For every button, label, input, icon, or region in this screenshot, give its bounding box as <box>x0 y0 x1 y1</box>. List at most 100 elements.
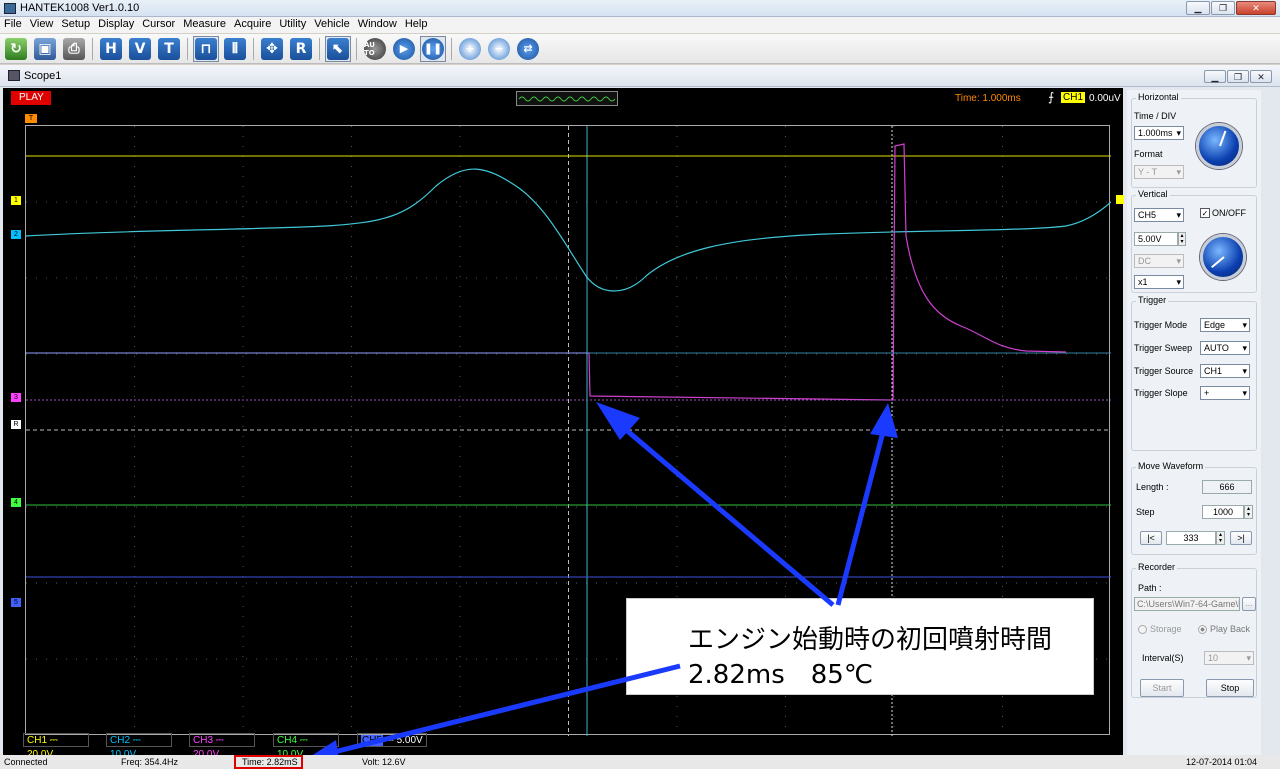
menu-help[interactable]: Help <box>401 17 432 31</box>
save-icon[interactable]: ▣ <box>32 36 58 62</box>
ch1-scale-label: CH1 <box>27 735 48 746</box>
scope-maximize-button[interactable]: ❐ <box>1227 70 1249 83</box>
browse-button[interactable]: ... <box>1242 597 1256 611</box>
format-select[interactable]: Y - T <box>1134 165 1184 179</box>
trigger-level-marker[interactable] <box>1116 195 1124 204</box>
window-controls: ▁ ❐ ✕ <box>1186 1 1276 15</box>
ch4-scale[interactable]: CH4 ⎓ 10.0V <box>273 733 339 760</box>
volts-spinner[interactable]: ▴ ▾ <box>1178 232 1186 246</box>
print-icon[interactable]: ⎙ <box>61 36 87 62</box>
trigger-slope-select[interactable]: + <box>1200 386 1250 400</box>
channel-select[interactable]: CH5 <box>1134 208 1184 222</box>
fit-icon[interactable]: ✥ <box>259 36 285 62</box>
status-bar: Connected Freq: 354.4Hz Time: 2.82mS Vol… <box>0 755 1280 769</box>
pulse-icon[interactable]: ⊓ <box>193 35 219 62</box>
time-div-select[interactable]: 1.000ms <box>1134 126 1184 140</box>
volts-knob[interactable] <box>1200 234 1246 280</box>
v-icon[interactable]: V <box>127 36 153 62</box>
storage-radio[interactable]: Storage <box>1138 624 1182 634</box>
storage-label: Storage <box>1150 624 1182 634</box>
close-button[interactable]: ✕ <box>1236 1 1276 15</box>
ch3-marker[interactable]: 3 <box>11 393 21 402</box>
cursor-icon[interactable]: ⬉ <box>325 35 351 62</box>
minimize-button[interactable]: ▁ <box>1186 1 1210 15</box>
trigger-position-marker[interactable]: T <box>25 114 37 123</box>
vertical-group: Vertical CH5 ✓ON/OFF 5.00V ▴▾ DC x1 <box>1131 189 1257 293</box>
ch2-marker[interactable]: 2 <box>11 230 21 239</box>
menu-setup[interactable]: Setup <box>57 17 94 31</box>
stop-button[interactable]: Stop <box>1206 679 1254 697</box>
interval-label: Interval(S) <box>1142 653 1184 663</box>
radio-playback-icon <box>1198 624 1207 634</box>
horizontal-group: Horizontal Time / DIV 1.000ms Format Y -… <box>1131 92 1257 188</box>
trigger-value: 0.00uV <box>1089 93 1121 104</box>
move-first-button[interactable]: |< <box>1140 531 1162 545</box>
move-last-button[interactable]: >| <box>1230 531 1252 545</box>
menu-cursor[interactable]: Cursor <box>138 17 179 31</box>
scope-minimize-button[interactable]: ▁ <box>1204 70 1226 83</box>
ch5-scale[interactable]: CH5 ⎓ 5.00V <box>357 733 427 747</box>
r-icon[interactable]: R <box>288 36 314 62</box>
menu-view[interactable]: View <box>26 17 58 31</box>
menu-file[interactable]: File <box>0 17 26 31</box>
ch5-scale-label: CH5 <box>361 735 384 746</box>
pulse-alt-icon[interactable]: ⫴ <box>222 36 248 62</box>
playback-radio[interactable]: Play Back <box>1198 624 1250 634</box>
path-input[interactable]: C:\Users\Win7-64-Game\Do <box>1134 597 1240 611</box>
play-status-button[interactable]: PLAY <box>11 91 51 105</box>
ch2-scale[interactable]: CH2 ⎓ 10.0V <box>106 733 172 760</box>
position-input[interactable]: 333 <box>1166 531 1216 545</box>
toolbar-separator <box>253 37 254 60</box>
scope-title-bar: Scope1 ▁ ❐ ✕ <box>0 65 1280 87</box>
menu-display[interactable]: Display <box>94 17 138 31</box>
ch3-scale[interactable]: CH3 ⎓ 20.0V <box>189 733 255 760</box>
menu-window[interactable]: Window <box>354 17 401 31</box>
auto-set-icon[interactable]: AU TO <box>362 36 388 62</box>
ch3-scale-label: CH3 <box>193 735 214 746</box>
menu-acquire[interactable]: Acquire <box>230 17 275 31</box>
interval-select[interactable]: 10 <box>1204 651 1254 665</box>
coupling-select[interactable]: DC <box>1134 254 1184 268</box>
length-value: 666 <box>1202 480 1252 494</box>
ch1-marker[interactable]: 1 <box>11 196 21 205</box>
zoom-out-icon[interactable]: − <box>486 36 512 62</box>
menu-measure[interactable]: Measure <box>179 17 230 31</box>
checkbox-check-icon: ✓ <box>1200 208 1210 218</box>
h-icon[interactable]: H <box>98 36 124 62</box>
ch5-marker[interactable]: 5 <box>11 598 21 607</box>
pause-icon[interactable]: ❚❚ <box>420 35 446 62</box>
step-spinner[interactable]: ▴ ▾ <box>1244 505 1253 519</box>
volts-input[interactable]: 5.00V <box>1134 232 1178 246</box>
length-label: Length : <box>1136 482 1169 492</box>
maximize-button[interactable]: ❐ <box>1211 1 1235 15</box>
trigger-source-select[interactable]: CH1 <box>1200 364 1250 378</box>
ch1-scale[interactable]: CH1 ⎓ 20.0V <box>23 733 89 760</box>
trigger-sweep-select[interactable]: AUTO <box>1200 341 1250 355</box>
format-label: Format <box>1134 149 1163 159</box>
path-label: Path : <box>1138 583 1162 593</box>
step-input[interactable]: 1000 <box>1202 505 1244 519</box>
scope-close-button[interactable]: ✕ <box>1250 70 1272 83</box>
menu-utility[interactable]: Utility <box>275 17 310 31</box>
onoff-checkbox[interactable]: ✓ ON/OFF <box>1200 208 1246 218</box>
time-div-knob[interactable] <box>1196 123 1242 169</box>
ch4-marker[interactable]: 4 <box>11 498 21 507</box>
refresh-icon[interactable]: ⇄ <box>515 36 541 62</box>
reference-marker[interactable]: R <box>11 420 21 429</box>
r-label: R <box>290 37 312 60</box>
menu-vehicle[interactable]: Vehicle <box>310 17 353 31</box>
step-label: Step <box>1136 507 1155 517</box>
probe-select[interactable]: x1 <box>1134 275 1184 289</box>
trigger-mode-select[interactable]: Edge <box>1200 318 1250 332</box>
start-button[interactable]: Start <box>1140 679 1184 697</box>
position-spinner[interactable]: ▴ ▾ <box>1216 531 1225 545</box>
t-icon[interactable]: T <box>156 36 182 62</box>
waveform-overview[interactable] <box>516 91 618 106</box>
zoom-in-icon[interactable]: + <box>457 36 483 62</box>
toolbar-separator <box>92 37 93 60</box>
toolbar-separator <box>451 37 452 60</box>
open-icon[interactable]: ↻ <box>3 36 29 62</box>
scope-window-icon <box>8 70 20 81</box>
app-icon <box>4 3 16 14</box>
play-icon[interactable]: ▶ <box>391 36 417 62</box>
